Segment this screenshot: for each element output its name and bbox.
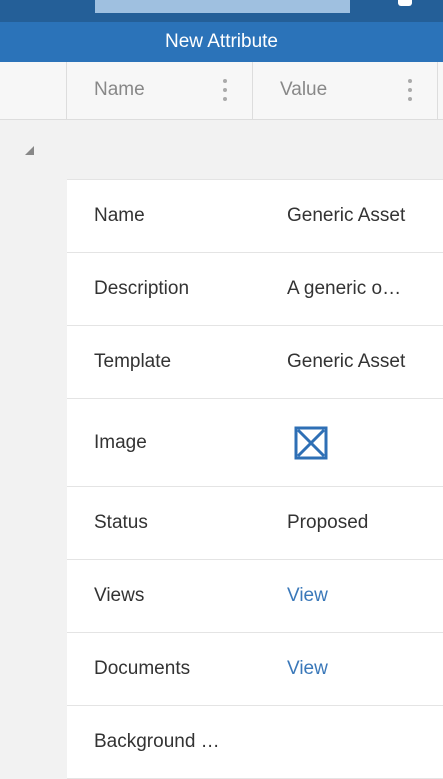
attribute-value: A generic o…: [287, 278, 402, 299]
attribute-value: Generic Asset: [287, 205, 406, 226]
column-header-name[interactable]: Name: [66, 62, 252, 119]
new-attribute-button[interactable]: New Attribute: [0, 22, 443, 62]
attribute-value: Generic Asset: [287, 351, 406, 372]
documents-link[interactable]: View: [287, 658, 328, 680]
attribute-rows: Name Generic Asset Description A generic…: [67, 179, 443, 779]
column-header-label: Value: [280, 79, 328, 100]
column-menu-icon[interactable]: [407, 79, 413, 101]
corner-icon[interactable]: [398, 0, 412, 6]
grid-column-header: Name Value: [0, 62, 443, 120]
table-row[interactable]: Description A generic o…: [67, 253, 443, 326]
column-header-label: Name: [94, 79, 145, 100]
expand-triangle-icon[interactable]: [25, 146, 34, 155]
table-row[interactable]: Image: [67, 399, 443, 487]
attribute-name: Description: [94, 278, 190, 299]
broken-image-icon[interactable]: [294, 426, 328, 460]
table-row[interactable]: Views View: [67, 560, 443, 633]
attribute-name: Documents: [94, 658, 191, 679]
table-row[interactable]: Template Generic Asset: [67, 326, 443, 399]
search-field-edge[interactable]: [95, 0, 350, 13]
row-header-column: [0, 62, 66, 119]
table-row[interactable]: Documents View: [67, 633, 443, 706]
views-link[interactable]: View: [287, 585, 328, 607]
attribute-name: Name: [94, 205, 145, 226]
column-menu-icon[interactable]: [222, 79, 228, 101]
attribute-name: Views: [94, 585, 145, 606]
attribute-name: Image: [94, 431, 147, 453]
table-row[interactable]: Status Proposed: [67, 487, 443, 560]
attribute-name: Background …: [94, 731, 220, 752]
table-row[interactable]: Name Generic Asset: [67, 180, 443, 253]
table-row[interactable]: Background …: [67, 706, 443, 779]
column-header-value[interactable]: Value: [252, 62, 438, 119]
attribute-name: Template: [94, 351, 172, 372]
attribute-value: Proposed: [287, 512, 369, 533]
attribute-name: Status: [94, 512, 148, 533]
group-row: [0, 120, 443, 179]
top-bar: New Attribute: [0, 0, 443, 62]
